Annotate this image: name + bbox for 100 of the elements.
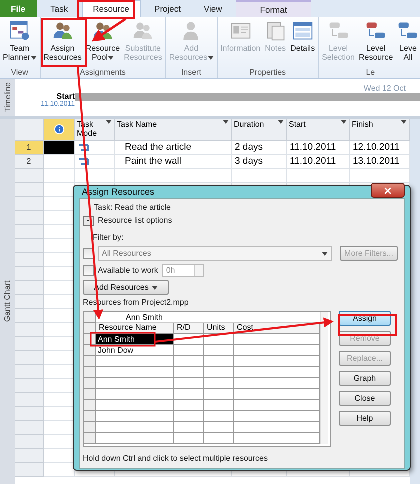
column-header: Resource Name [96, 323, 174, 334]
ribbon-command[interactable]: Leve All [396, 20, 420, 68]
start-cell: 11.10.2011 [287, 141, 350, 155]
task-label: Task: Read the article [93, 203, 172, 213]
group-label: Properties [248, 68, 288, 78]
scroll-bar[interactable] [320, 312, 328, 444]
hint-text: Hold down Ctrl and click to select multiple resources [83, 454, 269, 464]
start-cell: 11.10.2011 [287, 155, 350, 169]
caret-icon [30, 56, 37, 60]
table-cell [204, 334, 234, 345]
resource-name-cell[interactable]: Ann Smith [96, 334, 174, 345]
details-icon [292, 20, 314, 42]
arrow [92, 18, 127, 42]
caret-icon [106, 120, 112, 124]
timeline-label: Timeline [3, 82, 12, 112]
caret-icon [152, 286, 158, 290]
hours-spinner[interactable]: 0h [162, 264, 204, 277]
table-cell [174, 411, 204, 422]
table-cell [204, 400, 234, 411]
column-header[interactable]: Finish [350, 119, 410, 141]
table-cell [174, 433, 204, 444]
close-button[interactable] [371, 183, 405, 198]
people-icon [52, 20, 74, 42]
dialog-button[interactable]: Graph [339, 371, 391, 386]
ribbon-command[interactable]: Level Resource [358, 20, 394, 68]
task-mode-icon [78, 143, 92, 152]
row-header[interactable] [84, 389, 96, 400]
ribbon-command[interactable]: Assign Resources [42, 20, 83, 68]
view-label: Gantt Chart [3, 280, 12, 322]
duration-cell: 2 days [232, 141, 287, 155]
table-cell [204, 378, 234, 389]
column-header[interactable]: Duration [232, 119, 287, 141]
table-cell [174, 334, 204, 345]
table-cell [204, 356, 234, 367]
column-header: R/D [174, 323, 204, 334]
dialog-button[interactable]: Help [339, 411, 391, 426]
ribbon-tab[interactable]: Project [146, 0, 190, 17]
column-header[interactable]: Task Name [115, 119, 232, 141]
people-icon [132, 20, 154, 42]
column-header[interactable]: Start [287, 119, 350, 141]
task-name-cell: Paint the wall [115, 155, 232, 169]
group-label: View [10, 68, 30, 78]
select-all-cell[interactable] [15, 119, 44, 141]
row-number[interactable]: 1 [15, 141, 44, 155]
filter-dropdown[interactable]: All Resources [98, 246, 332, 261]
info-icon [54, 124, 64, 135]
row-header[interactable] [84, 334, 96, 345]
caret-icon [401, 120, 407, 124]
filter-label: Filter by: [92, 233, 125, 243]
row-header[interactable] [84, 433, 96, 444]
options-label: Resource list options [98, 216, 172, 226]
dialog-button[interactable]: Close [339, 391, 391, 406]
highlight-frame [338, 314, 397, 336]
table-cell [287, 169, 350, 183]
table-cell [174, 356, 204, 367]
caret-icon [208, 56, 214, 60]
row-header[interactable] [84, 356, 96, 367]
table-cell [204, 389, 234, 400]
table-cell [204, 433, 234, 444]
row-header[interactable] [84, 378, 96, 389]
row-number[interactable]: 2 [15, 155, 44, 169]
table-cell [232, 169, 287, 183]
table-cell [204, 367, 234, 378]
caret-icon [278, 120, 284, 124]
people-icon [92, 20, 114, 42]
card-icon [230, 20, 252, 42]
close-icon [383, 186, 393, 196]
row-header[interactable] [84, 422, 96, 433]
ribbon-tab[interactable]: File [0, 0, 37, 17]
group-label: Le [365, 68, 376, 78]
caret-icon [322, 252, 328, 256]
available-label: Available to work [98, 266, 158, 276]
start-label: Start [56, 93, 75, 101]
notes-icon [264, 20, 287, 42]
ribbon-command[interactable]: Resource Pool [84, 20, 122, 68]
resource-name-cell[interactable]: John Dow [96, 345, 174, 356]
table-cell [204, 345, 234, 356]
table-cell [174, 345, 204, 356]
column-header: Units [204, 323, 234, 334]
ribbon-tab[interactable]: Format [236, 0, 312, 17]
available-checkbox[interactable] [83, 265, 94, 276]
table-cell [44, 169, 75, 183]
ribbon-tab[interactable]: Task [42, 0, 78, 17]
table-cell [174, 367, 204, 378]
ribbon-command[interactable]: Details [290, 20, 316, 68]
group-label: Assignments [79, 68, 127, 78]
row-header[interactable] [84, 400, 96, 411]
row-header[interactable] [84, 411, 96, 422]
task-name-cell: Read the article [115, 141, 232, 155]
table-cell [174, 389, 204, 400]
group-label: Insert [180, 68, 202, 78]
table-cell [174, 422, 204, 433]
ribbon-command[interactable]: Team Planner [2, 20, 38, 68]
row-header[interactable] [84, 367, 96, 378]
timescale-label: Wed 12 Oct [362, 84, 407, 93]
table-cell [174, 400, 204, 411]
task-mode-icon [78, 157, 92, 166]
filter-checkbox[interactable] [83, 248, 94, 259]
ribbon-tab[interactable]: View [195, 0, 232, 17]
row-header[interactable] [84, 345, 96, 356]
